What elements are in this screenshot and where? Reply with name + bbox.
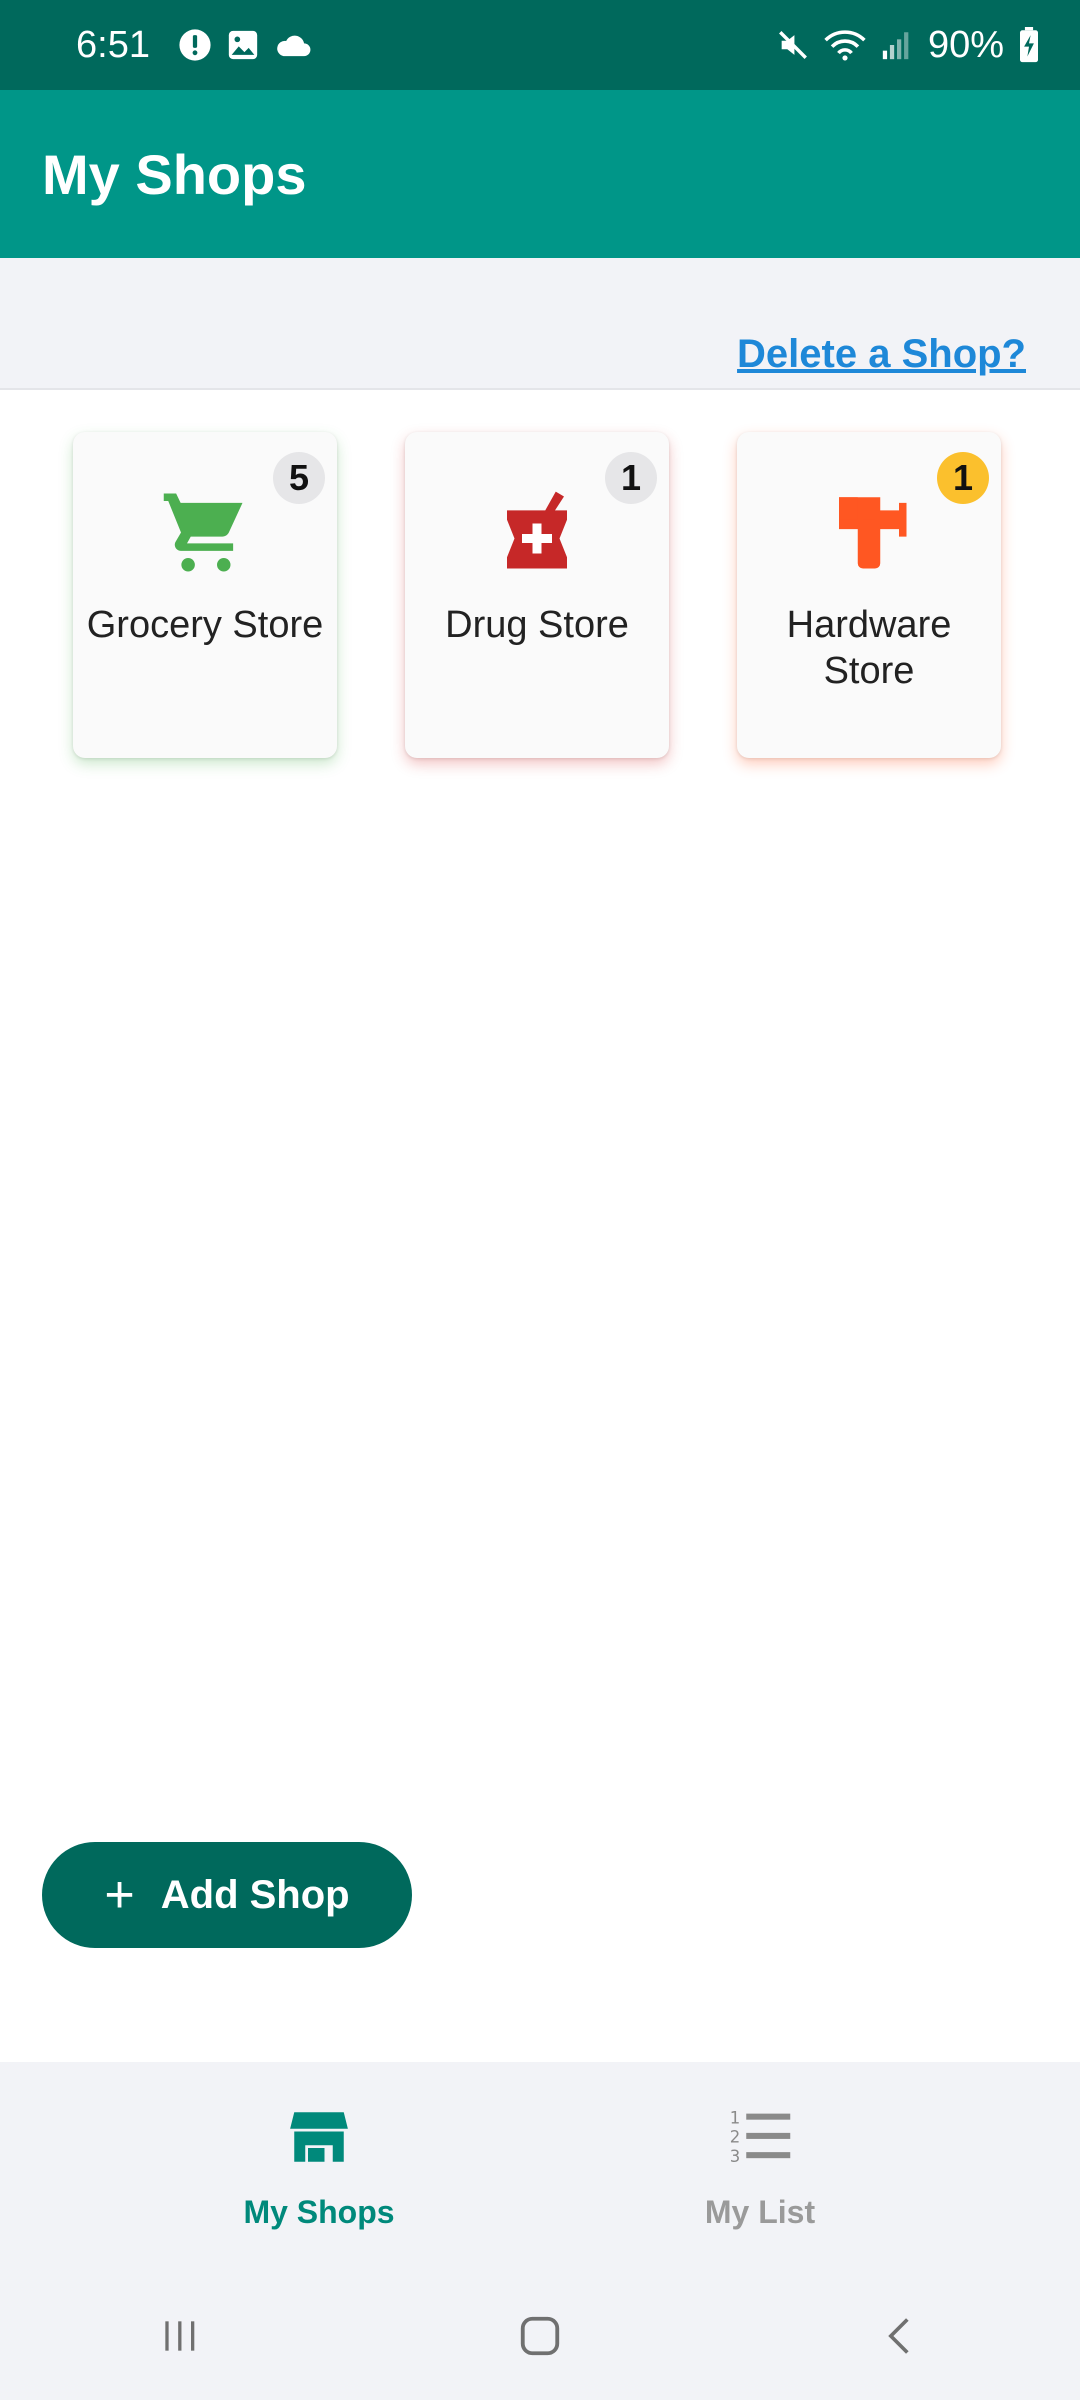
battery-charging-icon [1020, 27, 1038, 63]
status-time: 6:51 [76, 23, 150, 66]
svg-text:1: 1 [730, 2108, 741, 2127]
battery-percentage: 90% [927, 23, 1004, 66]
back-button[interactable] [860, 2296, 940, 2376]
nav-item-my-list[interactable]: 1 2 3 My List [610, 2062, 910, 2272]
shop-name: Drug Store [445, 604, 629, 646]
shop-card-grocery[interactable]: 5 Grocery Store [73, 432, 337, 758]
recent-apps-button[interactable] [140, 2296, 220, 2376]
alert-circle-icon [179, 29, 211, 61]
nav-label: My Shops [243, 2194, 395, 2230]
svg-text:2: 2 [730, 2128, 741, 2147]
add-shop-label: Add Shop [160, 1872, 350, 1917]
svg-text:3: 3 [730, 2147, 741, 2166]
home-button[interactable] [500, 2296, 580, 2376]
shop-card-drug[interactable]: 1 Drug Store [405, 432, 669, 758]
cloud-icon [277, 35, 311, 57]
image-icon [228, 30, 258, 60]
bottom-navigation: My Shops 1 2 3 My List [0, 2062, 1080, 2272]
plus-icon: + [104, 1866, 135, 1924]
store-icon [290, 2112, 348, 2162]
app-bar: My Shops [0, 90, 1080, 258]
add-shop-button[interactable]: + Add Shop [42, 1842, 412, 1948]
mute-icon [778, 31, 807, 59]
status-bar: 6:51 90% [0, 0, 1080, 90]
nav-item-my-shops[interactable]: My Shops [169, 2062, 469, 2272]
wifi-icon [824, 30, 866, 61]
shop-grid: 5 Grocery Store 1 Drug Store 1 Hardware … [0, 432, 1080, 762]
status-left: 6:51 [76, 24, 312, 67]
shop-name: Hardware Store [786, 604, 952, 692]
item-count-badge: 1 [605, 452, 657, 504]
shopping-cart-icon [163, 493, 243, 572]
shop-name: Grocery Store [86, 604, 324, 646]
system-navigation [0, 2272, 1080, 2400]
numbered-list-icon: 1 2 3 [730, 2108, 791, 2166]
delete-shop-link[interactable]: Delete a Shop? [737, 332, 1026, 377]
signal-icon [882, 32, 909, 60]
shop-card-hardware[interactable]: 1 Hardware Store [737, 432, 1001, 758]
nav-label: My List [704, 2194, 816, 2230]
hammer-icon [839, 497, 907, 569]
back-icon [888, 2318, 909, 2354]
status-right: 90% [776, 24, 1040, 67]
item-count-badge: 5 [273, 452, 325, 504]
action-bar: Delete a Shop? [0, 258, 1080, 390]
pharmacy-icon [507, 491, 567, 569]
item-count-badge: 1 [937, 452, 989, 504]
recent-apps-icon [165, 2321, 195, 2351]
page-title: My Shops [42, 142, 307, 206]
home-icon [520, 2316, 560, 2356]
